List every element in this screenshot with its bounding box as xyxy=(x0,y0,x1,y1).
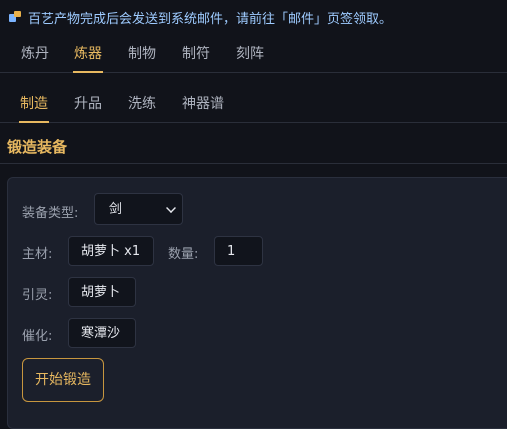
spirit-field[interactable]: 胡萝卜 xyxy=(68,277,136,307)
mail-box-icon xyxy=(8,10,22,24)
start-forging-button[interactable]: 开始锻造 xyxy=(22,358,104,402)
main-material-field[interactable]: 胡萝卜 x1 xyxy=(68,236,154,266)
tab-artifact-book[interactable]: 神器谱 xyxy=(182,88,224,122)
tab-make[interactable]: 制造 xyxy=(19,88,49,123)
main-material-label: 主材: xyxy=(22,247,53,262)
catalyst-field[interactable]: 寒潭沙 xyxy=(68,318,136,348)
notice-bar: 百艺产物完成后会发送到系统邮件，请前往「邮件」页签领取。 xyxy=(8,6,392,28)
tab-upgrade[interactable]: 升品 xyxy=(74,88,102,122)
quantity-label: 数量: xyxy=(168,247,199,262)
section-divider xyxy=(0,163,507,164)
chevron-down-icon xyxy=(166,203,176,213)
sub-tabs: 制造 升品 洗练 神器谱 xyxy=(0,88,507,123)
notice-text: 百艺产物完成后会发送到系统邮件，请前往「邮件」页签领取。 xyxy=(28,11,393,27)
equip-type-label: 装备类型: xyxy=(22,206,79,221)
tab-alchemy[interactable]: 炼丹 xyxy=(21,38,49,72)
tab-talisman[interactable]: 制符 xyxy=(182,38,210,72)
spirit-label: 引灵: xyxy=(22,288,53,303)
main-tabs: 炼丹 炼器 制物 制符 刻阵 xyxy=(0,38,507,73)
tab-formation[interactable]: 刻阵 xyxy=(236,38,264,72)
section-title: 锻造装备 xyxy=(7,138,68,156)
quantity-input[interactable]: 1 xyxy=(214,236,263,266)
equip-type-select[interactable]: 剑 xyxy=(94,193,183,225)
tab-forging[interactable]: 炼器 xyxy=(73,38,103,73)
tab-crafting[interactable]: 制物 xyxy=(128,38,156,72)
tab-refine[interactable]: 洗练 xyxy=(128,88,156,122)
equip-type-value: 剑 xyxy=(109,202,123,217)
catalyst-label: 催化: xyxy=(22,329,53,344)
